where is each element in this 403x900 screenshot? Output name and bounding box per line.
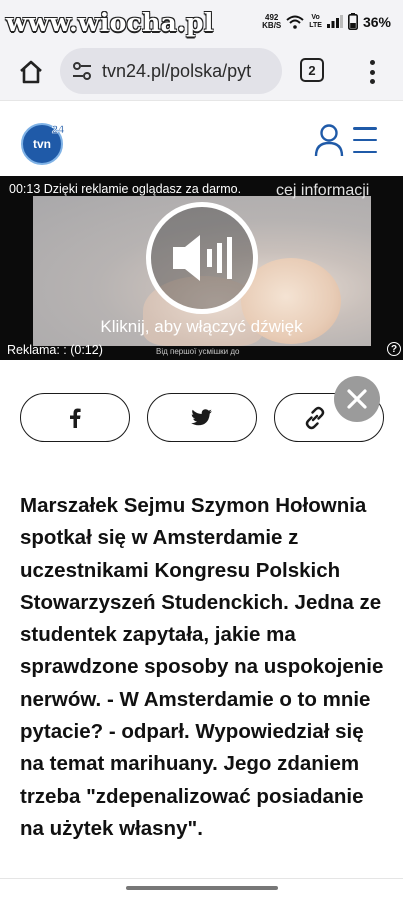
menu-dot (369, 69, 375, 75)
svg-text:tvn: tvn (33, 137, 51, 151)
home-button[interactable] (17, 58, 45, 86)
tvn24-logo[interactable]: tvn 24 (20, 119, 68, 167)
ad-more-info-link[interactable]: cej informacji (276, 182, 369, 200)
volte-bottom: LTE (309, 21, 322, 29)
address-bar[interactable]: tvn24.pl/polska/pyt (60, 48, 282, 94)
hamburger-menu-icon[interactable] (353, 127, 377, 153)
link-icon (305, 406, 325, 429)
watermark: www.wiocha.pl (6, 8, 214, 37)
wifi-icon (286, 15, 304, 29)
browser-toolbar: tvn24.pl/polska/pyt 2 (0, 44, 403, 100)
menu-dot (369, 79, 375, 84)
hamburger-line (353, 127, 377, 130)
article-lead: Marszałek Sejmu Szymon Hołownia spotkał … (20, 494, 384, 840)
tab-switcher-button[interactable]: 2 (300, 58, 324, 82)
unmute-button[interactable] (146, 202, 258, 314)
site-settings-icon[interactable] (72, 61, 92, 81)
volte-indicator: Vo LTE (309, 14, 322, 30)
signal-icon (326, 15, 343, 28)
ad-small-text: Від першої усмішки до (156, 347, 240, 356)
status-indicators: 492 KB/S Vo LTE 36% (262, 13, 391, 30)
svg-text:24: 24 (52, 124, 65, 136)
site-header: tvn 24 (0, 100, 403, 176)
volte-top: Vo (311, 13, 320, 21)
ad-countdown-text: 00:13 Dzięki reklamie oglądasz za darmo. (9, 182, 242, 196)
help-icon[interactable]: ? (387, 342, 401, 356)
battery-percent: 36% (362, 13, 391, 30)
facebook-icon (70, 408, 81, 428)
hamburger-line (353, 138, 377, 142)
battery-icon (347, 13, 358, 30)
hamburger-line (353, 150, 377, 153)
share-twitter-button[interactable] (147, 393, 257, 442)
video-ad-player[interactable]: 00:13 Dzięki reklamie oglądasz za darmo.… (0, 176, 403, 360)
url-text[interactable]: tvn24.pl/polska/pyt (102, 61, 251, 82)
bottom-divider (0, 878, 403, 879)
status-bar: www.wiocha.pl 492 KB/S Vo LTE 36% (0, 0, 403, 44)
unmute-caption: Kliknij, aby włączyć dźwięk (100, 317, 303, 336)
twitter-icon (191, 408, 212, 425)
user-icon[interactable] (314, 123, 344, 157)
menu-dot (369, 60, 375, 65)
share-facebook-button[interactable] (20, 393, 130, 442)
network-speed: 492 KB/S (262, 13, 282, 30)
gesture-nav-handle[interactable] (126, 886, 278, 890)
speaker-icon (173, 235, 232, 281)
close-ad-button[interactable] (334, 376, 380, 422)
overflow-menu-icon[interactable] (364, 58, 380, 86)
ad-label: Reklama: : (0:12) (7, 343, 103, 357)
home-icon (20, 60, 42, 84)
network-speed-unit: KB/S (262, 20, 282, 30)
close-icon (347, 389, 367, 409)
